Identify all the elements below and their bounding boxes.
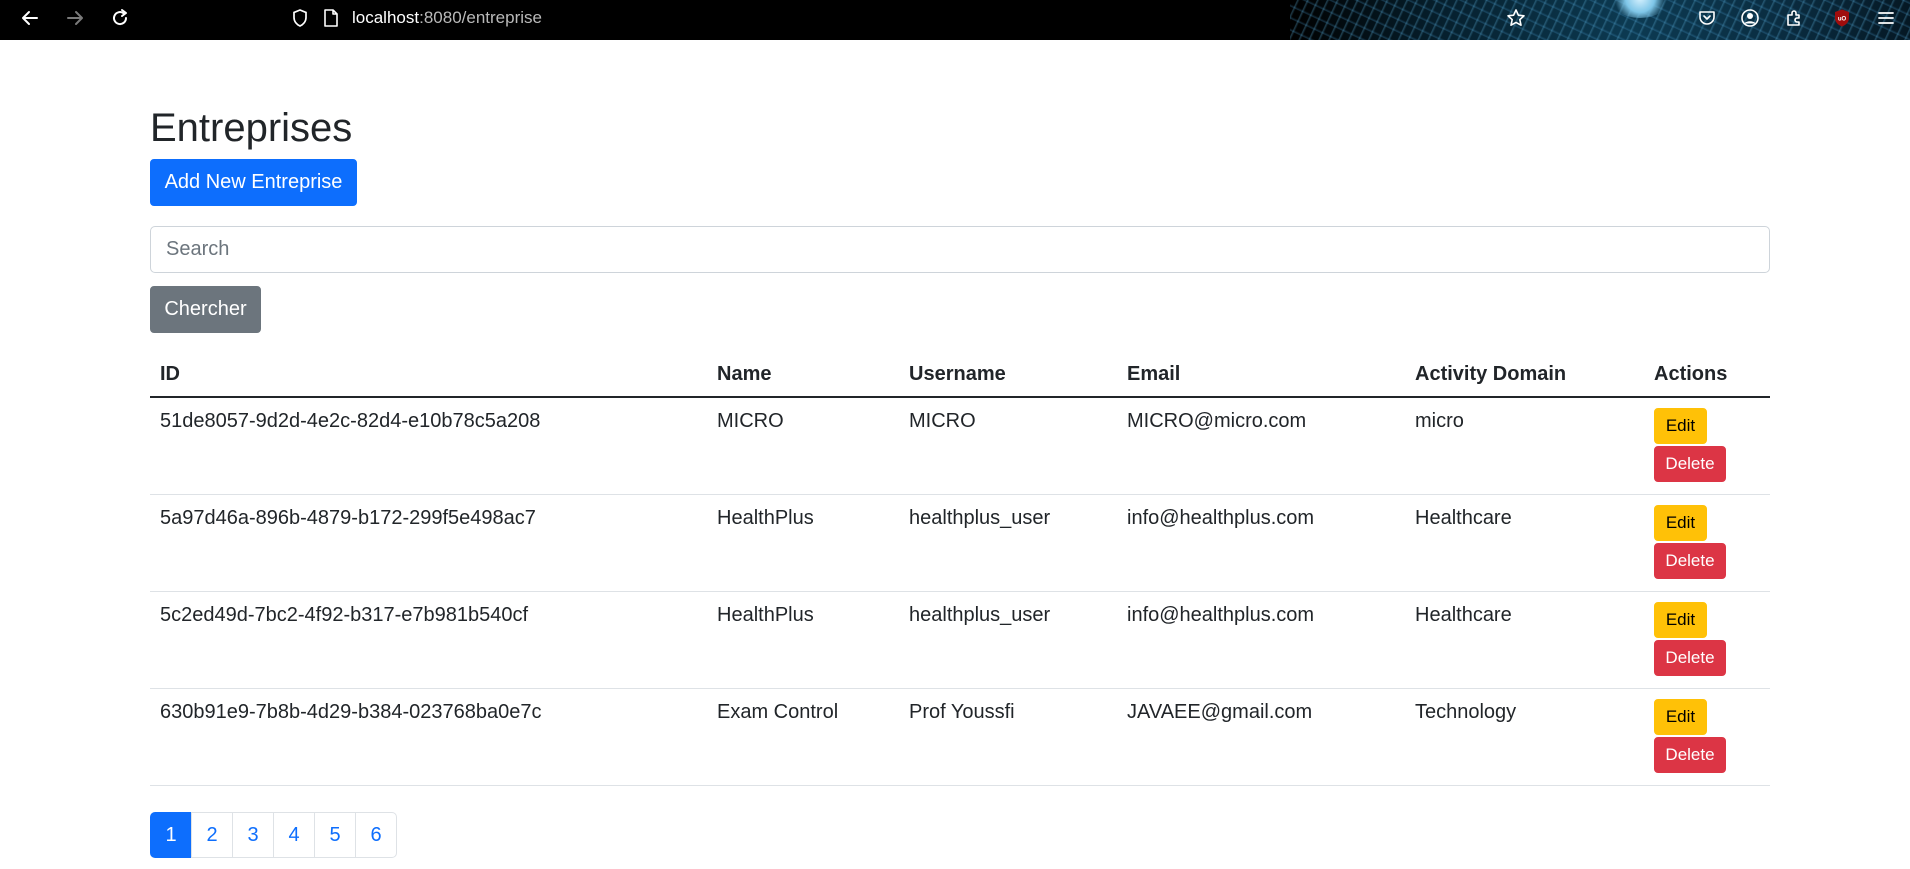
back-arrow-icon[interactable]: [15, 3, 45, 33]
cell-id: 5a97d46a-896b-4879-b172-299f5e498ac7: [150, 494, 707, 592]
table-row: 5c2ed49d-7bc2-4f92-b317-e7b981b540cf Hea…: [150, 591, 1770, 689]
forward-arrow-icon[interactable]: [60, 3, 90, 33]
pagination: 1 2 3 4 5 6: [150, 812, 397, 858]
page-icon[interactable]: [322, 8, 340, 28]
url-bar[interactable]: localhost:8080/entreprise: [290, 3, 542, 33]
menu-icon[interactable]: [1872, 4, 1900, 32]
cell-id: 5c2ed49d-7bc2-4f92-b317-e7b981b540cf: [150, 591, 707, 689]
cell-actions: Edit Delete: [1644, 688, 1770, 786]
page-link-4[interactable]: 4: [273, 812, 315, 858]
header-id: ID: [150, 352, 707, 398]
header-actions: Actions: [1644, 352, 1770, 398]
header-username: Username: [899, 352, 1117, 398]
cell-name: Exam Control: [707, 688, 899, 786]
toolbar-theme-art: [1290, 0, 1910, 40]
header-activity-domain: Activity Domain: [1405, 352, 1644, 398]
edit-button[interactable]: Edit: [1654, 504, 1707, 541]
cell-id: 51de8057-9d2d-4e2c-82d4-e10b78c5a208: [150, 397, 707, 495]
cell-email: JAVAEE@gmail.com: [1117, 688, 1405, 786]
delete-button[interactable]: Delete: [1654, 736, 1726, 773]
cell-activity-domain: Healthcare: [1405, 494, 1644, 592]
page-link-6[interactable]: 6: [355, 812, 397, 858]
table-row: 630b91e9-7b8b-4d29-b384-023768ba0e7c Exa…: [150, 688, 1770, 786]
account-icon[interactable]: [1736, 4, 1764, 32]
cell-email: info@healthplus.com: [1117, 494, 1405, 592]
edit-button[interactable]: Edit: [1654, 601, 1707, 638]
svg-text:uO: uO: [1838, 17, 1847, 23]
cell-name: HealthPlus: [707, 494, 899, 592]
cell-email: info@healthplus.com: [1117, 591, 1405, 689]
cell-name: MICRO: [707, 397, 899, 495]
cell-activity-domain: micro: [1405, 397, 1644, 495]
url-host: localhost: [352, 8, 420, 27]
browser-toolbar: localhost:8080/entreprise uO: [0, 0, 1910, 40]
add-entreprise-button[interactable]: Add New Entreprise: [150, 159, 357, 206]
table-row: 51de8057-9d2d-4e2c-82d4-e10b78c5a208 MIC…: [150, 397, 1770, 495]
cell-actions: Edit Delete: [1644, 397, 1770, 495]
cell-username: Prof Youssfi: [899, 688, 1117, 786]
page-link-5[interactable]: 5: [314, 812, 356, 858]
page-link-1[interactable]: 1: [150, 812, 192, 858]
header-name: Name: [707, 352, 899, 398]
cell-username: MICRO: [899, 397, 1117, 495]
search-button[interactable]: Chercher: [150, 286, 261, 333]
edit-button[interactable]: Edit: [1654, 698, 1707, 735]
cell-actions: Edit Delete: [1644, 494, 1770, 592]
entreprises-table: ID Name Username Email Activity Domain A…: [150, 352, 1770, 786]
shield-icon[interactable]: [290, 8, 310, 28]
pocket-icon[interactable]: [1693, 4, 1721, 32]
page-title: Entreprises: [150, 106, 353, 150]
cell-name: HealthPlus: [707, 591, 899, 689]
cell-username: healthplus_user: [899, 591, 1117, 689]
header-email: Email: [1117, 352, 1405, 398]
search-input[interactable]: [150, 226, 1770, 273]
page-link-2[interactable]: 2: [191, 812, 233, 858]
cell-actions: Edit Delete: [1644, 591, 1770, 689]
table-row: 5a97d46a-896b-4879-b172-299f5e498ac7 Hea…: [150, 494, 1770, 592]
cell-username: healthplus_user: [899, 494, 1117, 592]
url-path: :8080/entreprise: [419, 8, 542, 27]
reload-icon[interactable]: [105, 3, 135, 33]
delete-button[interactable]: Delete: [1654, 446, 1726, 482]
cell-email: MICRO@micro.com: [1117, 397, 1405, 495]
page-link-3[interactable]: 3: [232, 812, 274, 858]
url-text[interactable]: localhost:8080/entreprise: [352, 8, 542, 28]
cell-activity-domain: Technology: [1405, 688, 1644, 786]
edit-button[interactable]: Edit: [1654, 408, 1707, 444]
delete-button[interactable]: Delete: [1654, 542, 1726, 579]
star-icon[interactable]: [1502, 4, 1530, 32]
delete-button[interactable]: Delete: [1654, 639, 1726, 676]
ublock-icon[interactable]: uO: [1828, 4, 1856, 32]
extensions-icon[interactable]: [1780, 4, 1808, 32]
table-header-row: ID Name Username Email Activity Domain A…: [150, 352, 1770, 398]
cell-id: 630b91e9-7b8b-4d29-b384-023768ba0e7c: [150, 688, 707, 786]
cell-activity-domain: Healthcare: [1405, 591, 1644, 689]
